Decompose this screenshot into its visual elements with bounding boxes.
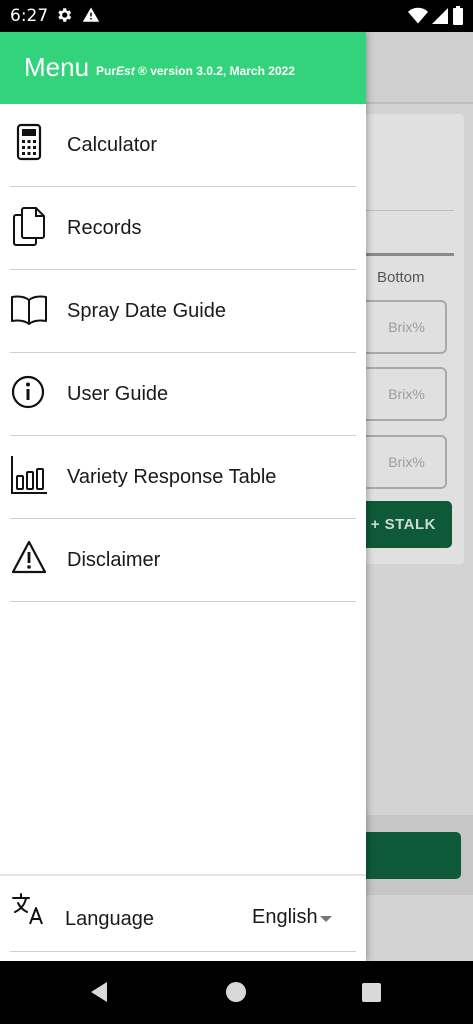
- version-text: ® version 3.0.2, March 2022: [134, 64, 295, 78]
- warning-icon: [11, 540, 47, 574]
- gear-icon: [58, 8, 72, 22]
- menu-item-label: User Guide: [67, 383, 169, 405]
- menu-item-label: Spray Date Guide: [67, 300, 226, 322]
- app-name-prefix: Pur: [96, 64, 117, 78]
- background-primary-button[interactable]: [350, 832, 461, 879]
- language-label: Language: [65, 908, 154, 930]
- wifi-icon: [408, 7, 428, 24]
- app-name-emphasis: Est: [116, 64, 135, 78]
- translate-icon: [12, 893, 43, 925]
- app-version: PurEst ® version 3.0.2, March 2022: [96, 64, 295, 78]
- language-select[interactable]: English: [252, 906, 318, 929]
- divider: [10, 601, 356, 602]
- system-navigation-bar: [0, 961, 473, 1024]
- calculator-icon: [16, 123, 42, 161]
- info-icon: [11, 375, 45, 409]
- back-icon[interactable]: [89, 981, 109, 1003]
- menu-item-label: Records: [67, 217, 142, 239]
- status-bar: 6:27: [0, 0, 473, 32]
- column-label-bottom: Bottom: [377, 269, 425, 286]
- menu-item-label: Disclaimer: [67, 549, 161, 571]
- status-time: 6:27: [10, 6, 49, 26]
- drawer-header: Menu PurEst ® version 3.0.2, March 2022: [0, 32, 366, 104]
- home-icon[interactable]: [226, 982, 246, 1002]
- menu-item-disclaimer[interactable]: Disclaimer: [0, 519, 366, 602]
- menu-item-user-guide[interactable]: User Guide: [0, 353, 366, 436]
- menu-item-label: Calculator: [67, 134, 158, 156]
- divider: [10, 951, 356, 952]
- battery-icon: [453, 6, 463, 25]
- recents-icon[interactable]: [362, 983, 381, 1002]
- signal-icon: [432, 8, 448, 24]
- book-icon: [11, 295, 47, 325]
- language-row: Language English: [0, 874, 366, 952]
- menu-item-variety-response-table[interactable]: Variety Response Table: [0, 436, 366, 519]
- menu-item-label: Variety Response Table: [67, 466, 277, 488]
- alert-icon: [82, 7, 100, 22]
- bar-chart-icon: [11, 456, 47, 494]
- chevron-down-icon[interactable]: [320, 916, 332, 922]
- drawer-title: Menu: [24, 52, 90, 82]
- documents-icon: [13, 207, 45, 246]
- menu-item-records[interactable]: Records: [0, 187, 366, 270]
- menu-item-spray-date-guide[interactable]: Spray Date Guide: [0, 270, 366, 353]
- navigation-drawer: Menu PurEst ® version 3.0.2, March 2022 …: [0, 32, 366, 961]
- menu-item-calculator[interactable]: Calculator: [0, 104, 366, 187]
